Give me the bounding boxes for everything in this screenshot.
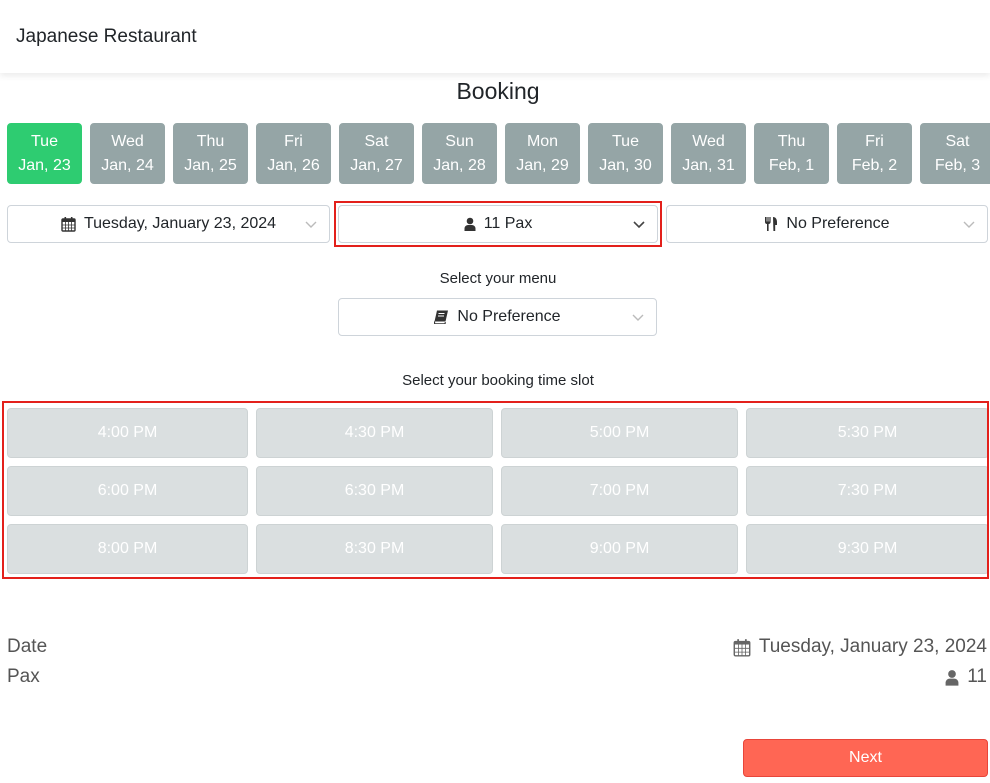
date-date: Jan, 28: [433, 156, 486, 174]
date-button[interactable]: Tue Jan, 23: [7, 123, 82, 184]
date-date: Jan, 26: [267, 156, 320, 174]
summary-date-label: Date: [7, 636, 48, 657]
chevron-down-icon: [305, 217, 317, 235]
preference-select-value: No Preference: [786, 215, 890, 232]
date-day: Sat: [945, 132, 970, 150]
time-slot-button[interactable]: 7:00 PM: [501, 466, 738, 516]
time-slot-button[interactable]: 7:30 PM: [746, 466, 989, 516]
date-date: Jan, 25: [184, 156, 237, 174]
date-date: Jan, 30: [599, 156, 652, 174]
date-button[interactable]: Fri Jan, 26: [256, 123, 331, 184]
next-button[interactable]: Next: [743, 739, 988, 777]
time-slot-button[interactable]: 5:00 PM: [501, 408, 738, 458]
menu-select[interactable]: No Preference: [338, 298, 657, 336]
date-day: Thu: [196, 132, 225, 150]
chevron-down-icon: [963, 217, 975, 235]
utensils-icon: [764, 216, 778, 232]
date-date: Jan, 29: [516, 156, 569, 174]
menu-label: Select your menu: [439, 270, 557, 287]
date-date: Jan, 23: [18, 156, 71, 174]
date-day: Fri: [865, 132, 884, 150]
date-date: Feb, 2: [851, 156, 898, 174]
date-date: Jan, 31: [682, 156, 735, 174]
date-day: Wed: [692, 132, 725, 150]
preference-select[interactable]: No Preference: [666, 205, 988, 243]
chevron-down-icon: [633, 217, 645, 235]
date-button[interactable]: Tue Jan, 30: [588, 123, 663, 184]
summary-pax-label: Pax: [7, 666, 40, 687]
date-button[interactable]: Thu Jan, 25: [173, 123, 248, 184]
summary-date-text: Tuesday, January 23, 2024: [758, 636, 987, 657]
date-button[interactable]: Sat Jan, 27: [339, 123, 414, 184]
time-slot-button[interactable]: 9:30 PM: [746, 524, 989, 574]
summary-date-value: Tuesday, January 23, 2024: [733, 636, 987, 658]
date-button[interactable]: Thu Feb, 1: [754, 123, 829, 184]
navbar: Japanese Restaurant: [0, 0, 990, 73]
time-slot-button[interactable]: 4:30 PM: [256, 408, 493, 458]
date-day: Fri: [284, 132, 303, 150]
date-button[interactable]: Fri Feb, 2: [837, 123, 912, 184]
date-date: Jan, 24: [101, 156, 154, 174]
calendar-icon: [61, 216, 76, 232]
date-day: Wed: [111, 132, 144, 150]
date-button[interactable]: Wed Jan, 24: [90, 123, 165, 184]
date-day: Tue: [612, 132, 639, 150]
pax-select-value: 11 Pax: [483, 215, 533, 232]
date-date: Feb, 3: [934, 156, 981, 174]
menu-select-value: No Preference: [457, 308, 561, 325]
time-slot-grid: 4:00 PM 4:30 PM 5:00 PM 5:30 PM 6:00 PM …: [7, 408, 990, 574]
book-icon: [434, 310, 449, 324]
time-slot-button[interactable]: 6:30 PM: [256, 466, 493, 516]
date-select-value: Tuesday, January 23, 2024: [83, 215, 277, 232]
time-slot-button[interactable]: 4:00 PM: [7, 408, 248, 458]
date-button[interactable]: Wed Jan, 31: [671, 123, 746, 184]
date-date: Jan, 27: [350, 156, 403, 174]
brand-title[interactable]: Japanese Restaurant: [16, 26, 197, 48]
summary-pax-text: 11: [967, 666, 987, 687]
date-select[interactable]: Tuesday, January 23, 2024: [7, 205, 330, 243]
calendar-icon: [733, 638, 751, 657]
user-icon: [945, 669, 959, 686]
time-slot-button[interactable]: 9:00 PM: [501, 524, 738, 574]
chevron-down-icon: [632, 310, 644, 328]
pax-select[interactable]: 11 Pax: [338, 205, 658, 243]
date-day: Sun: [445, 132, 474, 150]
date-day: Mon: [526, 132, 559, 150]
time-slot-button[interactable]: 8:30 PM: [256, 524, 493, 574]
date-day: Thu: [777, 132, 806, 150]
page-title: Booking: [456, 78, 540, 104]
time-slot-label: Select your booking time slot: [402, 372, 594, 389]
user-icon: [464, 217, 476, 231]
date-date: Feb, 1: [768, 156, 815, 174]
summary-pax-value: 11: [945, 666, 987, 688]
time-slot-button[interactable]: 8:00 PM: [7, 524, 248, 574]
time-slot-button[interactable]: 6:00 PM: [7, 466, 248, 516]
date-button[interactable]: Sat Feb, 3: [920, 123, 990, 184]
date-day: Sat: [364, 132, 389, 150]
date-strip: Tue Jan, 23 Wed Jan, 24 Thu Jan, 25 Fri Jan,…: [7, 123, 990, 184]
date-button[interactable]: Sun Jan, 28: [422, 123, 497, 184]
date-day: Tue: [31, 132, 58, 150]
date-button[interactable]: Mon Jan, 29: [505, 123, 580, 184]
time-slot-button[interactable]: 5:30 PM: [746, 408, 989, 458]
